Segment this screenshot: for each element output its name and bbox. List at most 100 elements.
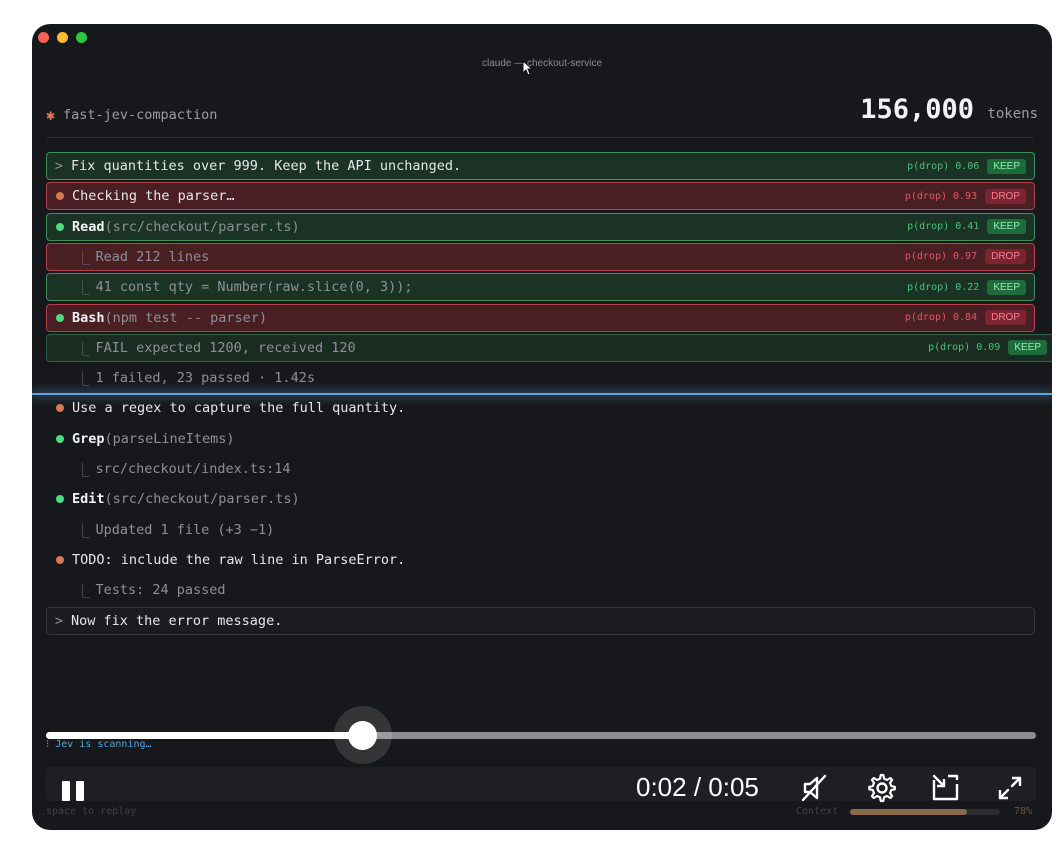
tool-status-dot-icon [56,313,64,322]
tool-status-dot-icon [56,434,64,443]
pause-button[interactable] [60,779,88,803]
header-divider [46,137,1034,138]
assistant-message-row: TODO: include the raw line in ParseError… [46,546,1035,574]
tool-result-row: ⎿ 41 const qty = Number(raw.slice(0, 3));… [46,273,1035,302]
tool-result-row: ⎿ Updated 1 file (+3 −1) [46,516,1035,544]
window-title: claude — checkout-service [481,58,603,69]
drop-score: p(drop) 0.84 DROP [905,305,1026,331]
result-text: Read 212 lines [95,248,210,265]
result-text: src/checkout/index.ts:14 [95,461,291,477]
token-count-label: tokens [987,106,1038,122]
playback-progress-fill [46,732,363,739]
assistant-message-row: Use a regex to capture the full quantity… [46,394,1035,422]
tool-call-row: Grep (parseLineItems) [46,425,1035,453]
drop-score: p(drop) 0.41 KEEP [907,214,1026,240]
playback-progress-track[interactable] [46,732,1036,739]
context-percentage: 78% [1014,806,1033,817]
tool-call-row: Read (src/checkout/parser.ts) p(drop) 0.41… [46,212,1035,241]
decision-badge: DROP [985,310,1026,325]
session-header: ✱ fast-jev-compaction 156,000 tokens [46,94,1038,136]
message-text: TODO: include the raw line in ParseError… [72,551,406,568]
tool-name: Grep [72,430,105,447]
decision-badge: KEEP [987,279,1026,295]
drop-probability: p(drop) 0.09 [928,342,1001,354]
speaker-muted-icon[interactable] [798,771,832,805]
drop-probability: p(drop) 0.84 [904,312,978,323]
picture-in-picture-icon[interactable] [929,771,963,805]
result-branch-icon: ⎿ [76,523,90,540]
decision-badge: KEEP [987,219,1026,235]
decision-badge: DROP [985,188,1026,204]
decision-badge: KEEP [987,158,1026,174]
message-dot-icon [56,192,64,201]
tool-result-row: ⎿ src/checkout/index.ts:14 [46,455,1035,483]
decision-badge: DROP [985,249,1026,265]
result-branch-icon: ⎿ [76,281,90,298]
result-text: Updated 1 file (+3 −1) [95,521,275,538]
result-branch-icon: ⎿ [76,372,90,389]
tool-result-row: ⎿ Tests: 24 passed [46,576,1035,604]
mouse-cursor-icon [522,60,534,76]
fullscreen-icon[interactable] [993,771,1027,805]
drop-probability: p(drop) 0.06 [907,160,980,172]
message-text: Checking the parser… [72,188,235,205]
result-branch-icon: ⎿ [76,584,90,601]
decision-badge: KEEP [1008,340,1047,356]
tool-call-row: Bash (npm test -- parser) p(drop) 0.84 DROP [46,303,1035,332]
drop-score: p(drop) 0.93 DROP [905,183,1026,209]
tool-name: Read [72,218,105,235]
tool-name: Edit [72,491,105,508]
message-text: Use a regex to capture the full quantity… [72,400,406,417]
tool-status-dot-icon [56,222,64,231]
replay-hint: space to replay [46,806,137,817]
close-window-button[interactable] [38,32,49,43]
result-text: 1 failed, 23 passed · 1.42s [95,370,315,387]
tool-args: (src/checkout/parser.ts) [104,218,300,235]
drop-probability: p(drop) 0.41 [907,221,980,233]
result-text: 41 const qty = Number(raw.slice(0, 3)); [95,279,413,296]
result-branch-icon: ⎿ [76,250,90,267]
result-branch-icon: ⎿ [76,463,90,479]
assistant-message-row: Checking the parser… p(drop) 0.93 DROP [46,182,1035,211]
prompt-text: Fix quantities over 999. Keep the API un… [71,158,462,174]
token-count: 156,000 [860,94,974,125]
tool-result-row: ⎿ 1 failed, 23 passed · 1.42s [46,364,1035,392]
tool-name: Bash [72,309,105,326]
context-label: Context [796,806,839,817]
drop-score: p(drop) 0.97 DROP [905,244,1026,270]
gear-icon[interactable] [865,771,899,805]
pause-icon [62,781,70,801]
user-prompt-row: > Now fix the error message. [46,606,1035,635]
project-name: fast-jev-compaction [63,107,218,123]
scan-line [32,393,1052,395]
context-meter [850,809,1000,815]
terminal-window: claude — checkout-service ✱ fast-jev-com… [32,24,1052,830]
window-controls [38,32,87,43]
tool-status-dot-icon [56,495,64,504]
prompt-text: Now fix the error message. [71,612,283,629]
tool-result-row: ⎿ Read 212 lines p(drop) 0.97 DROP [46,242,1035,271]
pause-icon-bar [76,781,84,801]
tool-args: (npm test -- parser) [104,309,268,326]
user-prompt-row: > Fix quantities over 999. Keep the API u… [46,152,1035,180]
tool-args: (parseLineItems) [104,430,235,447]
result-text: Tests: 24 passed [95,582,226,599]
message-dot-icon [56,555,64,564]
playback-time: 0:02 / 0:05 [636,772,759,802]
tool-result-row: ⎿ FAIL expected 1200, received 120 p(drop)… [46,333,1052,362]
minimize-window-button[interactable] [57,32,68,43]
drop-probability: p(drop) 0.97 [904,251,978,263]
scanning-status: ⁝ Jev is scanning… [46,739,152,750]
drop-probability: p(drop) 0.22 [907,281,980,293]
context-meter-fill [850,809,967,815]
drop-score: p(drop) 0.06 KEEP [907,153,1026,179]
asterisk-icon: ✱ [46,106,56,124]
result-text: FAIL expected 1200, received 120 [95,339,356,356]
drop-score: p(drop) 0.09 KEEP [928,335,1047,361]
result-branch-icon: ⎿ [76,341,90,358]
drop-score: p(drop) 0.22 KEEP [907,274,1026,300]
tool-args: (src/checkout/parser.ts) [104,491,300,508]
maximize-window-button[interactable] [76,32,87,43]
message-dot-icon [56,404,64,413]
prompt-chevron-icon: > [54,158,64,174]
